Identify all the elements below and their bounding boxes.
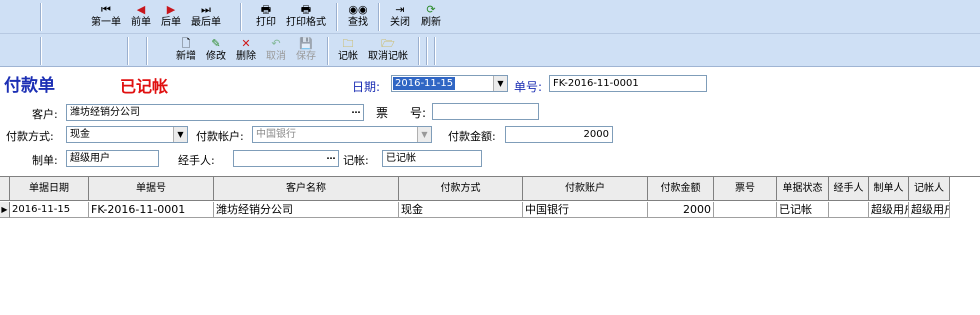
folder-icon: 🗀 <box>342 37 354 50</box>
date-label: 日期: <box>352 80 381 94</box>
chevron-down-icon[interactable]: ▼ <box>173 127 187 142</box>
col-header-pay-method[interactable]: 付款方式 <box>399 177 523 201</box>
pay-account-select[interactable]: 中国银行 ▼ <box>252 126 432 143</box>
date-value: 2016-11-15 <box>393 77 456 90</box>
new-button[interactable]: 🗋 新增 <box>174 36 198 66</box>
grid-corner <box>0 177 10 201</box>
folder-open-icon: 🗁 <box>381 37 395 50</box>
first-icon: ⏮ <box>101 3 111 16</box>
toolbar-separator <box>378 3 380 31</box>
poster-label: 记帐: <box>343 154 369 167</box>
ticket-label: 票 <box>376 106 389 120</box>
status-label: 已记帐 <box>120 77 169 96</box>
table-cell[interactable] <box>829 202 869 218</box>
maker-label: 制单: <box>32 154 58 167</box>
pay-method-label: 付款方式: <box>6 130 54 143</box>
undo-icon: ↶ <box>271 37 281 50</box>
col-header-doc-no[interactable]: 单据号 <box>89 177 214 201</box>
post-button[interactable]: 🗀 记帐 <box>336 36 360 66</box>
doc-no-field[interactable]: FK-2016-11-0001 <box>549 75 707 92</box>
maker-field[interactable]: 超级用户 <box>66 150 159 167</box>
delete-x-icon: ✕ <box>241 37 251 50</box>
col-header-handler[interactable]: 经手人 <box>829 177 869 201</box>
prev-record-button[interactable]: ◀ 前单 <box>128 2 154 32</box>
next-record-button[interactable]: ▶ 后单 <box>158 2 184 32</box>
toolbar-separator <box>336 3 338 31</box>
amount-field[interactable]: 2000 <box>505 126 613 143</box>
ticket-label-suffix: 号: <box>410 106 427 120</box>
toolbar-separator <box>240 3 242 31</box>
handler-field[interactable]: … <box>233 150 339 167</box>
col-header-poster[interactable]: 记帐人 <box>909 177 950 201</box>
col-header-ticket[interactable]: 票号 <box>714 177 777 201</box>
ticket-no-field[interactable] <box>432 103 539 120</box>
cancel-button[interactable]: ↶ 取消 <box>264 36 288 66</box>
row-indicator-icon[interactable]: ▶ <box>0 202 10 218</box>
browse-ellipsis-icon[interactable]: … <box>324 151 338 166</box>
edit-toolbar: 🗋 新增 ✎ 修改 ✕ 删除 ↶ 取消 💾 保存 🗀 记帐 🗁 取消记帐 <box>0 34 980 67</box>
chevron-down-icon[interactable]: ▼ <box>493 76 507 91</box>
page-title: 付款单 <box>4 76 55 96</box>
toolbar-grip[interactable] <box>40 37 42 65</box>
arrow-left-icon: ◀ <box>136 3 146 16</box>
first-record-button[interactable]: ⏮ 第一单 <box>89 2 123 32</box>
print-button[interactable]: 🖶 打印 <box>254 2 278 32</box>
customer-label: 客户: <box>32 108 58 121</box>
col-header-date[interactable]: 单据日期 <box>10 177 89 201</box>
print-format-button[interactable]: 🖶 打印格式 <box>284 2 328 32</box>
print-format-icon: 🖶 <box>300 3 312 16</box>
col-header-status[interactable]: 单据状态 <box>777 177 829 201</box>
toolbar-separator <box>127 37 129 65</box>
chevron-down-icon[interactable]: ▼ <box>417 127 431 142</box>
delete-button[interactable]: ✕ 删除 <box>234 36 258 66</box>
customer-field[interactable]: 潍坊经销分公司 … <box>66 104 364 121</box>
toolbar-separator <box>327 37 329 65</box>
close-button[interactable]: ⇥ 关闭 <box>388 2 412 32</box>
poster-field[interactable]: 已记帐 <box>382 150 482 167</box>
printer-icon: 🖶 <box>260 3 272 16</box>
col-header-maker[interactable]: 制单人 <box>869 177 909 201</box>
table-cell[interactable]: 已记帐 <box>777 202 829 218</box>
unpost-button[interactable]: 🗁 取消记帐 <box>366 36 410 66</box>
table-cell[interactable]: FK-2016-11-0001 <box>89 202 214 218</box>
browse-ellipsis-icon[interactable]: … <box>349 105 363 120</box>
last-icon: ⏭ <box>201 3 211 16</box>
handler-label: 经手人: <box>178 154 215 167</box>
edit-button[interactable]: ✎ 修改 <box>204 36 228 66</box>
save-button[interactable]: 💾 保存 <box>294 36 318 66</box>
doc-no-label: 单号: <box>514 80 543 94</box>
find-button[interactable]: ◉◉ 查找 <box>346 2 370 32</box>
amount-label: 付款金额: <box>448 130 496 143</box>
new-document-icon: 🗋 <box>181 37 191 50</box>
pay-account-label: 付款帐户: <box>196 130 244 143</box>
refresh-button[interactable]: ⟳ 刷新 <box>419 2 443 32</box>
toolbar-separator <box>426 37 428 65</box>
toolbar-separator <box>418 37 420 65</box>
table-cell[interactable] <box>714 202 777 218</box>
table-cell[interactable]: 超级用户 <box>869 202 909 218</box>
date-picker[interactable]: 2016-11-15 ▼ <box>391 75 508 92</box>
refresh-icon: ⟳ <box>426 3 436 16</box>
edit-icon: ✎ <box>211 37 221 50</box>
arrow-right-icon: ▶ <box>166 3 176 16</box>
col-header-customer[interactable]: 客户名称 <box>214 177 399 201</box>
toolbar-grip[interactable] <box>40 3 42 31</box>
records-grid[interactable]: 单据日期 单据号 客户名称 付款方式 付款账户 付款金额 票号 单据状态 经手人… <box>0 176 980 315</box>
exit-door-icon: ⇥ <box>395 3 405 16</box>
binoculars-icon: ◉◉ <box>348 3 368 16</box>
save-disk-icon: 💾 <box>299 37 313 50</box>
table-cell[interactable]: 中国银行 <box>523 202 648 218</box>
col-header-pay-account[interactable]: 付款账户 <box>523 177 648 201</box>
table-cell[interactable]: 现金 <box>399 202 523 218</box>
col-header-amount[interactable]: 付款金额 <box>648 177 714 201</box>
toolbar-separator <box>434 37 436 65</box>
table-cell[interactable]: 2016-11-15 <box>10 202 89 218</box>
pay-method-select[interactable]: 现金 ▼ <box>66 126 188 143</box>
table-cell[interactable]: 超级用户 <box>909 202 950 218</box>
table-cell[interactable]: 2000 <box>648 202 714 218</box>
navigation-toolbar: ⏮ 第一单 ◀ 前单 ▶ 后单 ⏭ 最后单 🖶 打印 🖶 打印格式 ◉◉ 查找 … <box>0 0 980 34</box>
table-cell[interactable]: 潍坊经销分公司 <box>214 202 399 218</box>
last-record-button[interactable]: ⏭ 最后单 <box>189 2 223 32</box>
toolbar-separator <box>146 37 148 65</box>
